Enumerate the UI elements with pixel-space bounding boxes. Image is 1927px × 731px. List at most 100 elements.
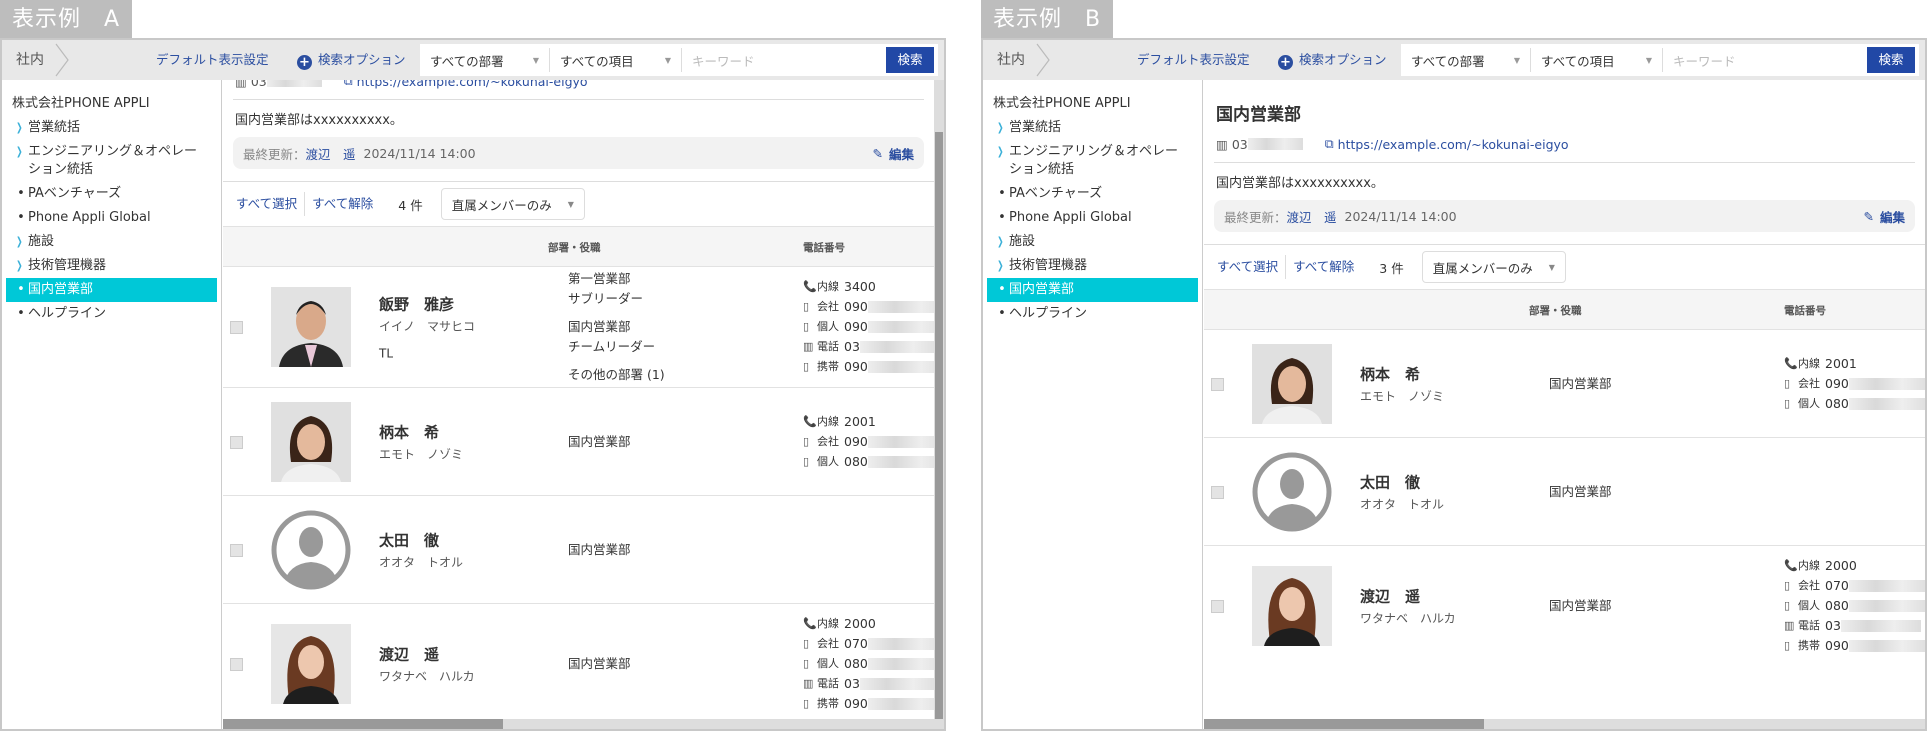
list-actions: すべて選択 すべて解除 4 件 直属メンバーのみ ▼: [223, 181, 934, 226]
department-url-link[interactable]: https://example.com/~kokunai-eigyo: [1338, 137, 1569, 152]
member-kana: オオタ トオル: [1360, 497, 1445, 511]
dept-select[interactable]: すべての部署 ▼: [420, 48, 550, 72]
table-row[interactable]: 飯野 雅彦 イイノ マサヒコ TL 第一営業部 サブリーダー 国内営業部 チームリーダー その…: [223, 266, 934, 387]
phone-line[interactable]: ▯ 携帯 090: [803, 357, 934, 377]
bullet-icon: •: [17, 210, 25, 225]
search-options-link[interactable]: + 検索オプション: [1278, 40, 1387, 80]
org-tree-item[interactable]: ❯ 営業統括: [6, 116, 217, 140]
member-name[interactable]: 太田 徹: [1360, 471, 1444, 492]
keyword-input[interactable]: キーワード: [682, 51, 886, 70]
phone-line[interactable]: ▥ 電話 03: [803, 674, 934, 694]
member-name[interactable]: 柄本 希: [379, 421, 463, 442]
default-view-settings-link[interactable]: デフォルト表示設定: [156, 40, 269, 80]
row-checkbox[interactable]: [1211, 485, 1224, 499]
row-checkbox[interactable]: [230, 435, 243, 449]
row-checkbox[interactable]: [1211, 600, 1224, 613]
org-tree-item[interactable]: • Phone Appli Global: [987, 206, 1198, 230]
item-select[interactable]: すべての項目 ▼: [550, 48, 682, 72]
scrollbar-thumb[interactable]: [1204, 719, 1484, 729]
row-checkbox[interactable]: [1211, 377, 1224, 391]
phone-line[interactable]: 📞 内線 2000: [803, 614, 934, 634]
table-row[interactable]: 太田 徹オオタ トオル 国内営業部: [223, 495, 934, 603]
org-tree-item[interactable]: ❯ 施設: [987, 230, 1198, 254]
dept-select[interactable]: すべての部署 ▼: [1401, 48, 1531, 72]
org-tree-root[interactable]: 株式会社PHONE APPLI: [2, 92, 221, 116]
org-tree-item[interactable]: • ヘルプライン: [987, 302, 1198, 326]
org-tree-item[interactable]: • Phone Appli Global: [6, 206, 217, 230]
table-row[interactable]: 太田 徹オオタ トオル 国内営業部: [1204, 437, 1925, 545]
breadcrumb-root[interactable]: 社内: [16, 40, 44, 80]
org-tree-item[interactable]: • 国内営業部: [987, 278, 1198, 302]
phone-line[interactable]: ▯ 個人 080: [1784, 394, 1925, 414]
phone-line[interactable]: ▯ 会社 090: [803, 432, 934, 452]
row-checkbox[interactable]: [230, 321, 243, 334]
phone-line[interactable]: ▯ 会社 090: [1784, 374, 1925, 394]
keyword-input[interactable]: キーワード: [1663, 51, 1867, 70]
org-tree-root[interactable]: 株式会社PHONE APPLI: [983, 92, 1202, 116]
phone-line[interactable]: 📞 内線 2000: [1784, 556, 1925, 576]
deselect-all-link[interactable]: すべて解除: [305, 192, 380, 216]
member-name[interactable]: 飯野 雅彦: [379, 294, 475, 315]
row-checkbox[interactable]: [230, 543, 243, 557]
member-filter-select[interactable]: 直属メンバーのみ ▼: [440, 188, 585, 220]
deselect-all-link[interactable]: すべて解除: [1286, 255, 1361, 279]
phone-line[interactable]: 📞 内線 2001: [803, 412, 934, 432]
org-tree-item[interactable]: ❯ 施設: [6, 230, 217, 254]
phone-line[interactable]: ▯ 会社 070: [1784, 576, 1925, 596]
phone-line[interactable]: ▥ 電話 03: [1784, 616, 1925, 636]
horizontal-scrollbar[interactable]: [1204, 719, 1925, 729]
table-row[interactable]: 渡辺 遥ワタナベ ハルカ 国内営業部 📞 内線 2000 ▯ 会社 070 ▯ 個人 080 ▥ 電話 0…: [1204, 545, 1925, 666]
org-tree-item[interactable]: • 国内営業部: [6, 278, 217, 302]
phone-line[interactable]: ▯ 携帯 090: [803, 694, 934, 714]
org-tree-item-label: 営業統括: [1009, 120, 1062, 135]
phone-line[interactable]: ▯ 会社 090: [803, 297, 934, 317]
scrollbar-thumb[interactable]: [935, 132, 943, 719]
breadcrumb-root[interactable]: 社内: [997, 40, 1025, 80]
member-name[interactable]: 渡辺 遥: [379, 644, 475, 665]
org-tree-item[interactable]: • ヘルプライン: [6, 302, 217, 326]
search-options-link[interactable]: + 検索オプション: [297, 40, 406, 80]
updated-by-link[interactable]: 渡辺 遥: [1287, 207, 1337, 226]
table-row[interactable]: 柄本 希エモト ノゾミ 国内営業部 📞 内線 2001 ▯ 会社 090 ▯ 個人 080: [1204, 329, 1925, 437]
org-tree-item-label: エンジニアリング＆オペレーション統括: [28, 144, 198, 177]
edit-button[interactable]: ✎ 編集: [1864, 207, 1906, 226]
horizontal-scrollbar[interactable]: [223, 719, 944, 729]
select-all-link[interactable]: すべて選択: [229, 192, 306, 216]
edit-button[interactable]: ✎ 編集: [873, 144, 915, 163]
phone-line[interactable]: 📞 内線 2001: [1784, 354, 1925, 374]
search-button[interactable]: 検索: [1867, 47, 1915, 73]
org-tree-item[interactable]: ❯ エンジニアリング＆オペレーション統括: [6, 140, 217, 182]
org-tree-item[interactable]: ❯ 営業統括: [987, 116, 1198, 140]
select-all-link[interactable]: すべて選択: [1210, 255, 1287, 279]
phone-line[interactable]: ▯ 携帯 090: [1784, 636, 1925, 656]
scrollbar-thumb[interactable]: [223, 719, 503, 729]
phone-label: 内線: [817, 280, 839, 293]
org-tree-item[interactable]: ❯ 技術管理機器: [987, 254, 1198, 278]
phone-line[interactable]: 📞 内線 3400: [803, 277, 934, 297]
department-url-link[interactable]: https://example.com/~kokunai-eigyo: [357, 80, 588, 89]
phone-line[interactable]: ▥ 電話 03: [803, 337, 934, 357]
phone-line[interactable]: ▯ 個人 080: [803, 654, 934, 674]
caret-down-icon: ▼: [567, 199, 574, 209]
org-tree-item[interactable]: • PAベンチャーズ: [987, 182, 1198, 206]
vertical-scrollbar[interactable]: [934, 80, 944, 719]
org-tree-item[interactable]: ❯ 技術管理機器: [6, 254, 217, 278]
default-view-settings-link[interactable]: デフォルト表示設定: [1137, 40, 1250, 80]
phone-line[interactable]: ▯ 会社 070: [803, 634, 934, 654]
member-name[interactable]: 渡辺 遥: [1360, 586, 1456, 607]
org-tree-item[interactable]: ❯ エンジニアリング＆オペレーション統括: [987, 140, 1198, 182]
table-row[interactable]: 渡辺 遥ワタナベ ハルカ 国内営業部 📞 内線 2000 ▯ 会社 070 ▯ 個人 080 ▥ 電話 0…: [223, 603, 934, 719]
column-header-phone: 電話番号: [803, 242, 845, 254]
row-checkbox[interactable]: [230, 658, 243, 671]
phone-line[interactable]: ▯ 個人 080: [1784, 596, 1925, 616]
member-name[interactable]: 太田 徹: [379, 529, 463, 550]
item-select[interactable]: すべての項目 ▼: [1531, 48, 1663, 72]
phone-line[interactable]: ▯ 個人 090: [803, 317, 934, 337]
org-tree-item[interactable]: • PAベンチャーズ: [6, 182, 217, 206]
phone-line[interactable]: ▯ 個人 080: [803, 452, 934, 472]
updated-by-link[interactable]: 渡辺 遥: [306, 144, 356, 163]
member-filter-select[interactable]: 直属メンバーのみ ▼: [1421, 251, 1566, 283]
search-button[interactable]: 検索: [886, 47, 934, 73]
member-name[interactable]: 柄本 希: [1360, 363, 1444, 384]
table-row[interactable]: 柄本 希エモト ノゾミ 国内営業部 📞 内線 2001 ▯ 会社 090 ▯ 個人 080: [223, 387, 934, 495]
